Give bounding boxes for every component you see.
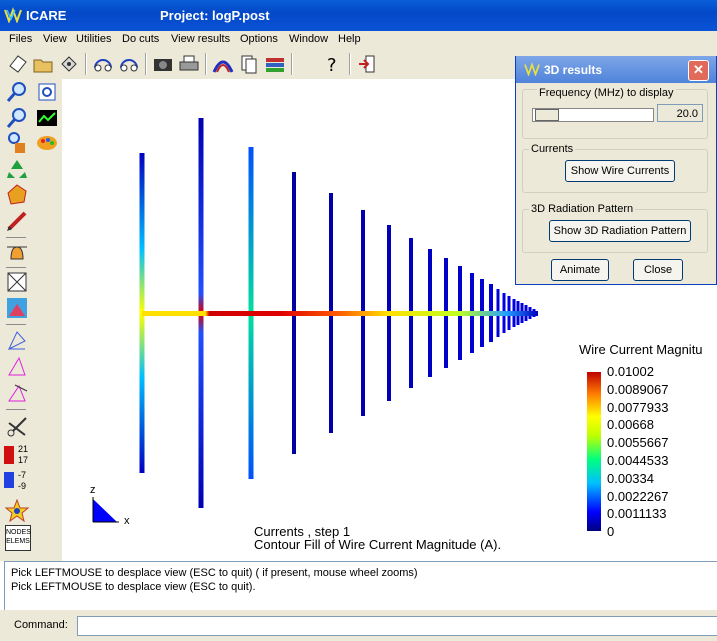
slider-thumb[interactable] xyxy=(535,109,559,121)
axis-label-z: z xyxy=(90,484,96,496)
outline-icon[interactable] xyxy=(5,329,29,353)
svg-text:?: ? xyxy=(327,55,337,76)
frequency-group: Frequency (MHz) to display 20.0 xyxy=(522,87,708,139)
zoom-fit-icon[interactable] xyxy=(5,131,29,155)
left-toolbar: 21 17 -7 -9 NODES ELEMS xyxy=(0,79,62,561)
dialog-title: 3D results xyxy=(544,63,603,77)
frequency-value-field[interactable]: 20.0 xyxy=(657,104,703,122)
close-icon[interactable]: ✕ xyxy=(688,60,709,81)
command-input[interactable] xyxy=(77,616,717,636)
close-button[interactable]: Close xyxy=(633,259,683,281)
radiation-group: 3D Radiation Pattern Show 3D Radiation P… xyxy=(522,203,708,253)
window-title: Project: logP.post xyxy=(160,8,270,23)
app-logo-icon xyxy=(524,62,540,76)
colorbar-tick-label: 0.00668 xyxy=(607,417,654,433)
recycle-icon[interactable] xyxy=(5,157,29,181)
box-icon[interactable] xyxy=(5,270,29,294)
star-icon[interactable] xyxy=(5,499,29,523)
legend-value: -9 xyxy=(18,481,27,491)
menu-options[interactable]: Options xyxy=(240,33,278,45)
graph-icon[interactable] xyxy=(35,106,59,130)
dialog-title-bar[interactable]: 3D results ✕ xyxy=(516,56,716,83)
colorbar-tick-label: 0.01002 xyxy=(607,364,654,379)
palette-icon[interactable] xyxy=(35,131,59,155)
menu-utilities[interactable]: Utilities xyxy=(76,33,111,45)
show-wire-currents-button[interactable]: Show Wire Currents xyxy=(565,160,675,182)
results-dialog: 3D results ✕ Frequency (MHz) to display … xyxy=(515,56,717,285)
shape-icon[interactable] xyxy=(5,183,29,207)
nodes-elems-icon[interactable]: NODES ELEMS xyxy=(5,525,31,551)
app-logo-icon xyxy=(4,7,22,23)
colorbar-tick-label: 0.0044533 xyxy=(607,453,669,468)
nodes-label: NODES xyxy=(6,529,31,536)
arc-icon[interactable] xyxy=(211,52,235,76)
colorbar-tick-label: 0.0022267 xyxy=(607,488,669,504)
scissors-icon[interactable] xyxy=(5,415,29,439)
triangle-axis-icon[interactable] xyxy=(5,381,29,405)
menu-window[interactable]: Window xyxy=(289,33,328,45)
colorbar-tick-label: 0 xyxy=(607,524,615,540)
colorbar-title: Wire Current Magnitu xyxy=(579,342,703,357)
menu-view-results[interactable]: View results xyxy=(171,33,230,45)
frequency-slider[interactable] xyxy=(532,108,654,122)
cards-icon[interactable] xyxy=(237,52,261,76)
colorbar-tick-label: 0.0077933 xyxy=(607,399,669,415)
command-label: Command: xyxy=(14,619,68,631)
axis-label-x: x xyxy=(124,515,130,527)
new-icon[interactable] xyxy=(6,52,30,76)
legend-value: 17 xyxy=(18,455,29,465)
rotate-right-icon[interactable] xyxy=(117,52,141,76)
output-line: Pick LEFTMOUSE to desplace view (ESC to … xyxy=(11,567,418,579)
camera-icon[interactable] xyxy=(151,52,175,76)
animate-button[interactable]: Animate xyxy=(551,259,609,281)
pencil-icon[interactable] xyxy=(5,209,29,233)
colorbar-tick-label: 0.00334 xyxy=(607,470,654,486)
app-name: ICARE xyxy=(26,8,67,23)
mountain-icon[interactable] xyxy=(5,296,29,320)
caption-description: Contour Fill of Wire Current Magnitude (… xyxy=(254,537,502,552)
bell-icon[interactable] xyxy=(5,241,29,265)
books-icon[interactable] xyxy=(263,52,287,76)
colorbar xyxy=(587,372,601,531)
menu-files[interactable]: Files xyxy=(9,33,32,45)
menu-help[interactable]: Help xyxy=(338,33,361,45)
output-panel[interactable]: Pick LEFTMOUSE to desplace view (ESC to … xyxy=(4,561,717,611)
frequency-value: 20.0 xyxy=(676,108,698,120)
zoom-window-icon[interactable] xyxy=(35,80,59,104)
colorbar-tick-label: 0.0011133 xyxy=(607,506,667,522)
legend-value: -7 xyxy=(18,470,27,480)
open-icon[interactable] xyxy=(31,52,55,76)
output-line: Pick LEFTMOUSE to desplace view (ESC to … xyxy=(11,581,256,593)
legend-icon[interactable]: 21 17 -7 -9 xyxy=(4,444,30,496)
title-bar: ICARE Project: logP.post xyxy=(0,0,717,31)
colorbar-tick-label: 0.0055667 xyxy=(607,435,669,451)
exit-icon[interactable] xyxy=(355,52,379,76)
menu-bar: Files View Utilities Do cuts View result… xyxy=(0,31,717,49)
elems-label: ELEMS xyxy=(6,538,30,545)
print-icon[interactable] xyxy=(177,52,201,76)
show-radiation-pattern-button[interactable]: Show 3D Radiation Pattern xyxy=(549,220,691,242)
menu-view[interactable]: View xyxy=(43,33,67,45)
legend-value: 21 xyxy=(18,444,29,454)
command-bar: Command: xyxy=(0,610,717,641)
help-icon[interactable]: ? xyxy=(320,52,344,76)
colorbar-tick-label: 0.0089067 xyxy=(607,381,669,397)
currents-group-label: Currents xyxy=(529,143,576,155)
frequency-label: Frequency (MHz) to display xyxy=(537,87,676,99)
save-icon[interactable] xyxy=(57,52,81,76)
zoom-in-icon[interactable] xyxy=(5,80,29,104)
triangle-icon[interactable] xyxy=(5,355,29,379)
radiation-group-label: 3D Radiation Pattern xyxy=(529,203,636,215)
zoom-window-icon-2[interactable] xyxy=(5,106,29,130)
currents-group: Currents Show Wire Currents xyxy=(522,143,708,193)
axis-triad xyxy=(92,497,119,523)
rotate-left-icon[interactable] xyxy=(91,52,115,76)
menu-do-cuts[interactable]: Do cuts xyxy=(122,33,159,45)
